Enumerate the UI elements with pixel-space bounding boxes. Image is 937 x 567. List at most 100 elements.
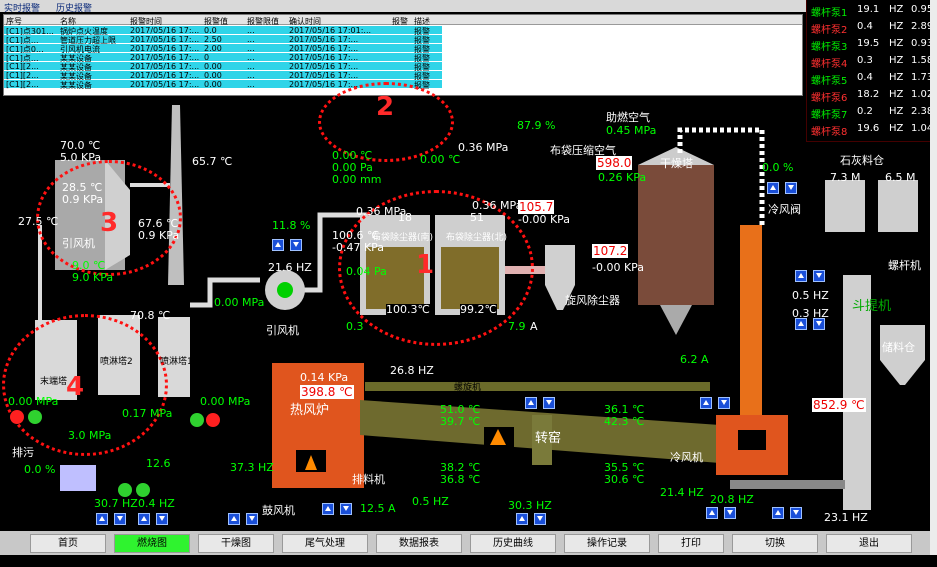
decrease-button[interactable] bbox=[290, 239, 302, 251]
nav-button-history-curve[interactable]: 历史曲线 bbox=[470, 534, 556, 553]
status-indicator[interactable] bbox=[136, 483, 150, 497]
decrease-button[interactable] bbox=[246, 513, 258, 525]
increase-button[interactable] bbox=[700, 397, 712, 409]
pump-name: 螺杆泵4 bbox=[811, 59, 848, 70]
increase-button[interactable] bbox=[96, 513, 108, 525]
decrease-button[interactable] bbox=[813, 318, 825, 330]
decrease-button[interactable] bbox=[114, 513, 126, 525]
toolbar: 实时报警 历史报警 bbox=[0, 0, 937, 14]
pump-unit: HZ bbox=[889, 21, 904, 32]
nav-button-exit[interactable]: 退出 bbox=[826, 534, 912, 553]
pump-frequency: 19.1 bbox=[857, 4, 880, 15]
increase-button[interactable] bbox=[322, 503, 334, 515]
nav-button-operation-log[interactable]: 操作记录 bbox=[564, 534, 650, 553]
increase-button[interactable] bbox=[228, 513, 240, 525]
table-cell: [C1][2... bbox=[6, 80, 39, 89]
label: 末端塔 bbox=[40, 377, 68, 387]
pump-name: 螺杆泵5 bbox=[811, 76, 848, 87]
table-cell: 2017/05/16 17:... bbox=[289, 35, 359, 44]
reading: 0.00 MPa bbox=[200, 395, 251, 408]
table-row[interactable]: [C1]点0... 引风机电流 2017/05/16 17:... 2.00... 20… bbox=[4, 44, 442, 54]
increase-button[interactable] bbox=[772, 507, 784, 519]
increase-button[interactable] bbox=[138, 513, 150, 525]
reading: 35.5 ℃ bbox=[604, 461, 645, 474]
nav-button-print[interactable]: 打印 bbox=[658, 534, 724, 553]
storage-silo bbox=[825, 180, 865, 232]
table-cell: 0 bbox=[204, 53, 210, 62]
reading: 0.00 mm bbox=[332, 173, 382, 186]
table-cell: 0.00 bbox=[204, 62, 222, 71]
decrease-button[interactable] bbox=[813, 270, 825, 282]
status-indicator[interactable] bbox=[118, 483, 132, 497]
table-row[interactable]: [C1]点... 管道压力超上限 2017/05/16 17:... 2.50... 2… bbox=[4, 35, 442, 45]
reading: 0.00 ℃ bbox=[420, 153, 461, 166]
table-row[interactable]: [C1][2... 某某设备 2017/05/16 17:... 0.00... 201… bbox=[4, 62, 442, 72]
tab-realtime-alarm[interactable]: 实时报警 bbox=[4, 1, 40, 14]
label: 排料机 bbox=[352, 473, 385, 486]
nav-button-tailgas[interactable]: 尾气处理 bbox=[282, 534, 368, 553]
label: 助燃空气 bbox=[606, 111, 650, 124]
reading: 99.2℃ bbox=[460, 303, 497, 316]
table-row[interactable]: [C1][2... 某某设备 2017/05/16 17:... 0.00... 201… bbox=[4, 71, 442, 81]
reading: 26.8 HZ bbox=[390, 364, 434, 377]
status-indicator[interactable] bbox=[28, 410, 42, 424]
nav-button-report[interactable]: 数据报表 bbox=[376, 534, 462, 553]
increase-button[interactable] bbox=[795, 270, 807, 282]
reading: 18 bbox=[398, 211, 412, 224]
nav-button-switch[interactable]: 切换 bbox=[732, 534, 818, 553]
decrease-button[interactable] bbox=[156, 513, 168, 525]
decrease-button[interactable] bbox=[785, 182, 797, 194]
increase-button[interactable] bbox=[525, 397, 537, 409]
decrease-button[interactable] bbox=[724, 507, 736, 519]
nav-button-drying[interactable]: 干燥图 bbox=[198, 534, 274, 553]
decrease-button[interactable] bbox=[718, 397, 730, 409]
table-cell: ... bbox=[247, 71, 255, 80]
annotation-number-4: 4 bbox=[66, 372, 85, 402]
label: 干燥塔 bbox=[660, 157, 693, 170]
tab-history-alarm[interactable]: 历史报警 bbox=[56, 1, 92, 14]
reading: 0.5 HZ bbox=[412, 495, 449, 508]
decrease-button[interactable] bbox=[543, 397, 555, 409]
increase-button[interactable] bbox=[706, 507, 718, 519]
reading: 70.8 ℃ bbox=[130, 309, 171, 322]
increase-button[interactable] bbox=[272, 239, 284, 251]
label: 冷风机 bbox=[670, 451, 703, 464]
table-cell: 2017/05/16 17:01:... bbox=[289, 26, 372, 35]
label: 鼓风机 bbox=[262, 504, 295, 517]
scrollbar[interactable] bbox=[930, 0, 937, 555]
label: 喷淋塔2 bbox=[100, 357, 133, 367]
table-header: 序号 名称 报警时间 报警值 报警限值 确认时间 报警 描述 bbox=[4, 15, 802, 26]
reading: 0.4 HZ bbox=[138, 497, 175, 510]
label: 排污 bbox=[12, 446, 34, 459]
table-cell: ... bbox=[247, 35, 255, 44]
reading: 36.8 ℃ bbox=[440, 473, 481, 486]
reading: 0.3 bbox=[346, 320, 364, 333]
sewage-tank bbox=[60, 465, 96, 491]
decrease-button[interactable] bbox=[340, 503, 352, 515]
status-indicator[interactable] bbox=[10, 410, 24, 424]
table-cell: 0.00 bbox=[204, 80, 222, 89]
label: 转窑 bbox=[535, 431, 562, 446]
decrease-button[interactable] bbox=[790, 507, 802, 519]
nav-button-home[interactable]: 首页 bbox=[30, 534, 106, 553]
increase-button[interactable] bbox=[516, 513, 528, 525]
decrease-button[interactable] bbox=[534, 513, 546, 525]
increase-button[interactable] bbox=[795, 318, 807, 330]
pump-frequency: 19.5 bbox=[857, 38, 880, 49]
reading: 12.5 A bbox=[360, 502, 396, 515]
increase-button[interactable] bbox=[767, 182, 779, 194]
pump-unit: HZ bbox=[889, 4, 904, 15]
table-row[interactable]: [C1]点301... 锅炉点火温度 2017/05/16 17:... 0.0...… bbox=[4, 26, 442, 36]
status-indicator[interactable] bbox=[190, 413, 204, 427]
status-indicator[interactable] bbox=[206, 413, 220, 427]
pump-name: 螺杆泵1 bbox=[811, 8, 848, 19]
table-row[interactable]: [C1]点... 某某设备 2017/05/16 17:... 0... 2017/05… bbox=[4, 53, 442, 63]
table-cell: 2017/05/16 17:... bbox=[130, 35, 200, 44]
table-cell: 2017/05/16 17:... bbox=[130, 44, 200, 53]
reading: 30.6 ℃ bbox=[604, 473, 645, 486]
reading: 9.0 ℃ bbox=[72, 259, 106, 272]
reading: 100.6 ℃ bbox=[332, 229, 380, 242]
reading: 39.7 ℃ bbox=[440, 415, 481, 428]
nav-button-combustion[interactable]: 燃烧图 bbox=[114, 534, 190, 553]
reading: 11.8 % bbox=[272, 219, 311, 232]
